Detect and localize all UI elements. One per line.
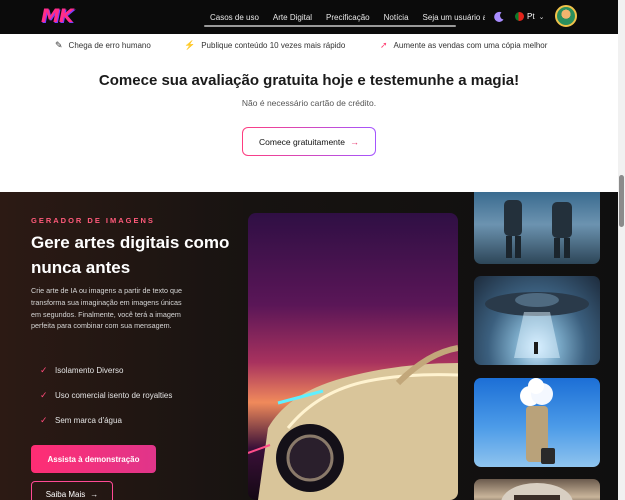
lightning-icon: ⚡: [184, 40, 196, 50]
language-label: Pt: [527, 12, 535, 21]
section-description: Crie arte de IA ou imagens a partir de t…: [31, 286, 183, 331]
feature-text: Chega de erro humano: [68, 41, 151, 50]
pencil-icon: ✎: [55, 40, 63, 50]
ufo-illustration: [485, 292, 589, 358]
nav-link-pricing[interactable]: Precificação: [326, 13, 370, 22]
start-free-button[interactable]: Comece gratuitamente →: [242, 127, 376, 156]
nav-link-news[interactable]: Notícia: [384, 13, 409, 22]
top-navbar: MK Casos de uso Arte Digital Precificaçã…: [0, 0, 618, 34]
rocket-icon: ➚: [380, 40, 388, 50]
feature-text: Aumente as vendas com uma cópia melhor: [393, 41, 548, 50]
cloud-head-thumbnail[interactable]: [474, 378, 600, 467]
arrow-right-icon: →: [350, 136, 359, 147]
start-free-label: Comece gratuitamente: [259, 136, 345, 147]
feature-no-errors: ✎ Chega de erro humano: [55, 40, 151, 51]
feature-text: Publique conteúdo 10 vezes mais rápido: [201, 41, 346, 50]
robots-illustration: [504, 200, 572, 258]
language-selector[interactable]: Pt ⌄: [515, 12, 544, 21]
cta-title: Comece sua avaliação gratuita hoje e tes…: [98, 72, 520, 89]
arrow-right-icon: →: [90, 489, 99, 499]
check-icon: ✓: [40, 415, 48, 425]
feature-faster-publishing: ⚡ Publique conteúdo 10 vezes mais rápido: [184, 40, 345, 51]
list-item-label: Isolamento Diverso: [55, 366, 124, 375]
helmet-illustration: [501, 483, 573, 500]
nav-links: Casos de uso Arte Digital Precificação N…: [204, 0, 485, 34]
check-icon: ✓: [40, 365, 48, 375]
portugal-flag-icon: [515, 12, 524, 21]
benefit-list: ✓ Isolamento Diverso ✓ Uso comercial ise…: [40, 358, 172, 433]
learn-more-label: Saiba Mais: [45, 489, 86, 499]
list-item-label: Sem marca d'água: [55, 416, 122, 425]
nav-scroll-indicator: [204, 25, 456, 27]
sports-car-artwork: [248, 213, 458, 500]
page-scrollbar[interactable]: [618, 0, 625, 500]
nav-link-digital-art[interactable]: Arte Digital: [273, 13, 312, 22]
nav-link-affiliate[interactable]: Seja um usuário a: [423, 13, 485, 22]
brand-logo[interactable]: MK: [41, 5, 74, 27]
list-item: ✓ Uso comercial isento de royalties: [40, 383, 172, 408]
learn-more-button[interactable]: Saiba Mais →: [31, 481, 113, 500]
cloud-head-illustration: [520, 378, 555, 464]
feature-more-sales: ➚ Aumente as vendas com uma cópia melhor: [380, 40, 547, 51]
check-icon: ✓: [40, 390, 48, 400]
sports-car-illustration: [248, 345, 458, 500]
watch-demo-button[interactable]: Assista à demonstração: [31, 445, 156, 473]
list-item-label: Uso comercial isento de royalties: [55, 391, 173, 400]
ufo-thumbnail[interactable]: [474, 276, 600, 365]
list-item: ✓ Sem marca d'água: [40, 408, 172, 433]
cta-subtitle: Não é necessário cartão de crédito.: [241, 98, 377, 108]
helmet-thumbnail[interactable]: [474, 479, 600, 500]
dark-mode-moon-icon[interactable]: [493, 11, 505, 23]
start-free-button-inner: Comece gratuitamente →: [243, 128, 375, 155]
section-kicker: GERADOR DE IMAGENS: [31, 216, 155, 225]
robot-soldiers-thumbnail[interactable]: [474, 192, 600, 264]
user-avatar[interactable]: [555, 5, 577, 27]
scrollbar-thumb[interactable]: [619, 175, 624, 227]
chevron-down-icon: ⌄: [538, 13, 545, 21]
list-item: ✓ Isolamento Diverso: [40, 358, 172, 383]
section-headline: Gere artes digitais como nunca antes: [31, 233, 230, 277]
image-generator-section: GERADOR DE IMAGENS Gere artes digitais c…: [0, 192, 618, 500]
nav-link-use-cases[interactable]: Casos de uso: [210, 13, 259, 22]
